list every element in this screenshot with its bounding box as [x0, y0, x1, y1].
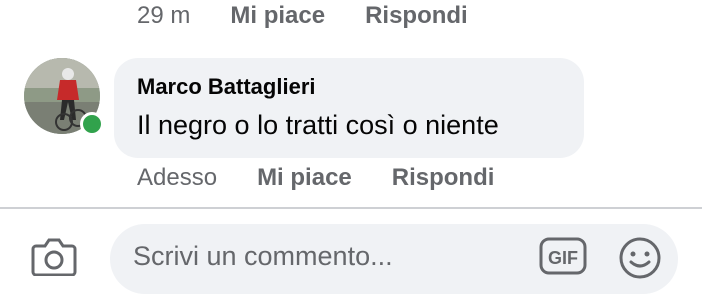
- divider: [0, 207, 702, 209]
- comment-author[interactable]: Marco Battaglieri: [137, 74, 316, 100]
- gif-icon[interactable]: GIF: [538, 236, 588, 276]
- reply-button[interactable]: Rispondi: [392, 164, 495, 192]
- comment-bubble[interactable]: [114, 58, 584, 158]
- comment-text: Il negro o lo tratti così o niente: [137, 110, 499, 140]
- comment-input-placeholder[interactable]: Scrivi un commento...: [133, 241, 393, 272]
- like-button[interactable]: Mi piace: [257, 164, 352, 192]
- comment-time[interactable]: Adesso: [137, 164, 217, 192]
- comment-actions: Adesso Mi piace Rispondi: [137, 164, 534, 192]
- previous-comment-time: 29 m: [137, 2, 191, 29]
- emoji-icon[interactable]: [618, 236, 662, 280]
- camera-icon[interactable]: [30, 236, 78, 277]
- previous-reply-button[interactable]: Rispondi: [365, 2, 468, 30]
- svg-text:GIF: GIF: [548, 248, 578, 268]
- previous-comment-actions: 29 m Mi piace Rispondi: [137, 2, 508, 30]
- previous-like-button[interactable]: Mi piace: [230, 2, 325, 30]
- online-status-indicator: [80, 112, 104, 136]
